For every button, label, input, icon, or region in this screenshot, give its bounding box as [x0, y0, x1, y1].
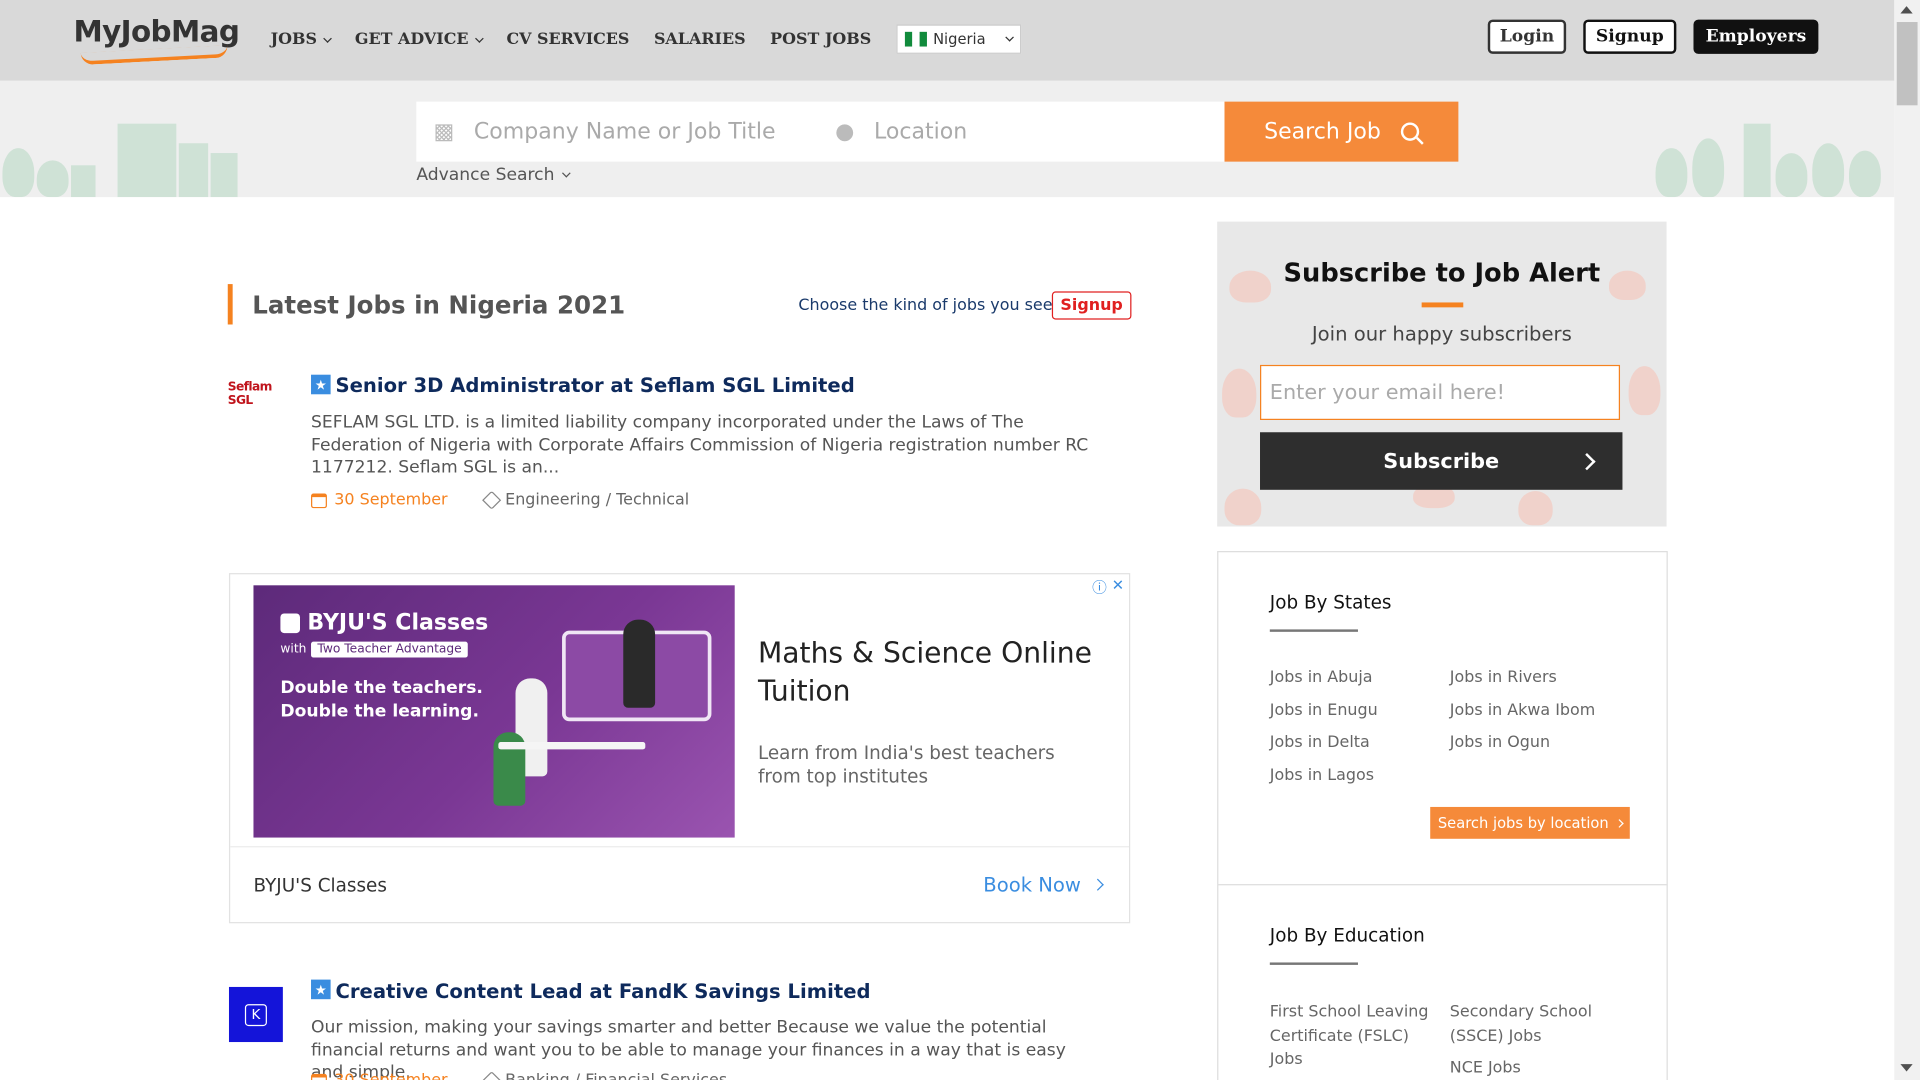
advance-search-toggle[interactable]: Advance Search [416, 165, 571, 185]
desk-illustration [498, 742, 646, 750]
states-title: Job By States [1269, 591, 1392, 614]
education-title: Job By Education [1269, 924, 1425, 947]
state-link-enugu[interactable]: Jobs in Enugu [1270, 699, 1378, 723]
ad-subtitle: Learn from India's best teachers from to… [757, 742, 1055, 788]
featured-star-icon: ★ [311, 374, 331, 395]
state-link-akwa-ibom[interactable]: Jobs in Akwa Ibom [1450, 699, 1595, 723]
chevron-down-icon [323, 33, 332, 43]
teacher-figure [623, 619, 656, 708]
keyword-input[interactable]: ▩ Company Name or Job Title [433, 102, 825, 162]
education-link-fslc[interactable]: First School Leaving Certificate (FSLC) … [1270, 1000, 1441, 1072]
scrollbar-thumb[interactable] [1896, 22, 1918, 106]
job-title-link[interactable]: Senior 3D Administrator at Seflam SGL Li… [336, 373, 855, 396]
job-category[interactable]: Banking / Financial Services [505, 1071, 727, 1080]
close-icon[interactable]: ✕ [1112, 577, 1124, 598]
job-date: 30 September [334, 1071, 447, 1080]
tag-icon [481, 490, 501, 510]
ad-divider [230, 846, 1129, 848]
job-category[interactable]: Engineering / Technical [505, 491, 689, 509]
calendar-icon [311, 492, 327, 508]
main-nav: JOBS GET ADVICE CV SERVICES SALARIES POS… [271, 31, 896, 49]
subscribe-tagline: Join our happy subscribers [1311, 322, 1572, 346]
company-logo[interactable]: Seflam SGL [228, 366, 284, 422]
nav-cv-services[interactable]: CV SERVICES [506, 31, 629, 49]
nav-post-jobs[interactable]: POST JOBS [770, 31, 871, 49]
company-logo[interactable]: K [228, 986, 283, 1043]
search-job-button[interactable]: Search Job [1224, 101, 1459, 162]
nav-get-advice[interactable]: GET ADVICE [355, 31, 484, 49]
choose-jobs-text: Choose the kind of jobs you see [798, 296, 1053, 315]
ad-image[interactable]: BYJU'S Classes with Two Teacher Advantage… [253, 585, 735, 838]
scroll-up-arrow-icon[interactable] [1900, 6, 1913, 14]
signup-button[interactable]: Signup [1583, 19, 1677, 54]
sponsored-ad[interactable]: BYJU'S Classes with Two Teacher Advantage… [228, 573, 1131, 924]
briefcase-icon: ▩ [433, 118, 455, 145]
state-link-lagos[interactable]: Jobs in Lagos [1270, 764, 1374, 788]
nav-salaries[interactable]: SALARIES [654, 31, 746, 49]
ad-choices[interactable]: ⓘ ✕ [1092, 577, 1124, 598]
choose-signup-button[interactable]: Signup [1051, 291, 1132, 320]
state-link-delta[interactable]: Jobs in Delta [1270, 731, 1370, 755]
tag-icon [481, 1071, 501, 1080]
subscribe-button[interactable]: Subscribe [1260, 432, 1623, 490]
employers-button[interactable]: Employers [1693, 19, 1819, 54]
subscribe-title: Subscribe to Job Alert [1283, 258, 1601, 288]
page: MyJobMag JOBS GET ADVICE CV SERVICES SAL… [0, 0, 1920, 1080]
map-pin-icon: ● [835, 118, 855, 145]
job-title-link[interactable]: Creative Content Lead at FandK Savings L… [336, 980, 871, 1003]
scrollbar[interactable] [1894, 0, 1920, 1080]
scroll-down-arrow-icon[interactable] [1900, 1064, 1913, 1072]
country-select[interactable]: Nigeria [896, 24, 1022, 54]
chevron-right-icon [1578, 452, 1596, 470]
search-box: ▩ Company Name or Job Title ● Location [416, 101, 1225, 162]
location-input[interactable]: ● Location [835, 102, 1202, 162]
search-by-location-button[interactable]: Search jobs by location [1430, 806, 1630, 839]
job-meta: 30 September Banking / Financial Service… [311, 1071, 727, 1080]
title-underline [1269, 962, 1358, 965]
book-now-button[interactable]: Book Now [983, 873, 1104, 896]
job-description: SEFLAM SGL LTD. is a limited liability c… [311, 412, 1089, 478]
nigeria-flag-icon [904, 31, 927, 47]
chevron-right-icon [1091, 878, 1104, 891]
site-logo[interactable]: MyJobMag [73, 15, 239, 49]
job-date: 30 September [334, 491, 448, 510]
info-icon[interactable]: ⓘ [1092, 577, 1107, 598]
state-link-ogun[interactable]: Jobs in Ogun [1450, 731, 1550, 755]
chevron-down-icon [474, 33, 484, 43]
ad-advertiser: BYJU'S Classes [253, 874, 387, 897]
byjus-logo-icon [280, 612, 301, 633]
job-meta: 30 September Engineering / Technical [311, 490, 689, 510]
nav-jobs[interactable]: JOBS [271, 31, 332, 49]
chevron-down-icon [561, 168, 571, 178]
page-title: Latest Jobs in Nigeria 2021 [227, 284, 625, 325]
search-icon [1400, 122, 1419, 141]
state-link-abuja[interactable]: Jobs in Abuja [1270, 666, 1373, 690]
title-underline [1421, 302, 1464, 308]
ad-title[interactable]: Maths & Science Online Tuition [758, 636, 1129, 712]
state-link-rivers[interactable]: Jobs in Rivers [1450, 666, 1557, 690]
job-alert-subscribe: Subscribe to Job Alert Join our happy su… [1217, 221, 1667, 527]
chevron-down-icon [1005, 33, 1014, 42]
calendar-icon [311, 1073, 327, 1080]
title-underline [1269, 629, 1358, 632]
email-field[interactable]: Enter your email here! [1260, 364, 1621, 421]
education-link-nce[interactable]: NCE Jobs [1450, 1057, 1521, 1080]
login-button[interactable]: Login [1487, 19, 1567, 54]
featured-star-icon: ★ [311, 979, 331, 1000]
chevron-right-icon [1614, 818, 1624, 828]
education-link-ssce[interactable]: Secondary School (SSCE) Jobs [1450, 1000, 1621, 1048]
